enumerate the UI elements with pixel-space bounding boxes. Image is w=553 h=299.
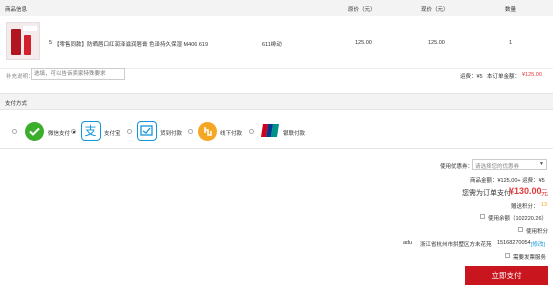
header-product: 商品信息 [5,7,28,13]
alipay-radio[interactable] [71,129,76,134]
remark-label: 补充说明： [6,74,34,80]
coupon-label: 使用优惠券： [440,164,474,170]
store-total-label: 本订单金额： [487,74,521,80]
use-balance-checkbox[interactable] [480,214,485,219]
product-name[interactable]: 【零售同款】防晒唇口红润泽滋润唇膏 色泽持久保湿 M406 619 [54,40,208,48]
use-balance-label[interactable]: 使用余额（102220.26） [488,214,547,222]
alipay-icon[interactable]: 支 [81,121,101,141]
cash-on-delivery-radio[interactable] [127,129,132,134]
header-original-price: 原价（元） [348,7,376,13]
product-current-price: 125.00 [428,40,445,46]
offline-payment-icon[interactable] [198,122,217,141]
alipay-label[interactable]: 支付宝 [104,129,121,137]
shipping-fee: 运费：¥5 [460,74,483,80]
chevron-down-icon: ▼ [539,161,544,167]
product-spec: 611绯动 [262,42,282,48]
wechat-pay-label[interactable]: 微信支付 [48,129,70,137]
unionpay-icon[interactable] [261,124,279,137]
payable-value: ¥130.00 [509,186,542,196]
coupon-select[interactable]: 请选择您的优惠券 ▼ [472,159,547,170]
use-points-label[interactable]: 使用积分 [526,227,548,235]
submit-payment-label: 立即支付 [491,271,522,280]
offline-payment-label[interactable]: 线下付款 [220,129,242,137]
submit-payment-button[interactable]: 立即支付 [465,266,548,285]
header-current-price: 现价（元） [421,7,449,13]
invoice-checkbox[interactable] [505,253,510,258]
product-quantity: 1 [509,40,513,46]
use-points-checkbox[interactable] [518,227,523,232]
cash-on-delivery-label[interactable]: 货到付款 [160,129,182,137]
offline-payment-radio[interactable] [188,129,193,134]
invoice-label[interactable]: 需要发票服务 [513,253,546,261]
goods-total: 商品金额：¥125.00+ 运费：¥5 [470,178,545,184]
points-label: 赠送积分： [511,204,539,210]
address-text: 浙江省杭州市拱墅区方未花苑 [420,242,492,248]
wechat-pay-radio[interactable] [12,129,17,134]
payment-section-title: 支付方式 [5,101,28,107]
coupon-select-value: 请选择您的优惠券 [475,164,520,170]
address-name: adu [403,240,413,246]
payable-unit: 元 [541,190,548,197]
wechat-pay-icon[interactable] [25,122,44,141]
table-header [0,0,553,16]
points-value: 13 [541,202,548,208]
cash-on-delivery-icon[interactable] [137,121,157,141]
address-phone: 15168270054 [497,240,531,246]
payable-label: 您需为订单支付: [462,190,513,197]
svg-text:支: 支 [84,124,96,138]
unionpay-radio[interactable] [249,129,254,134]
unionpay-label[interactable]: 银联付款 [283,129,305,137]
product-prefix: 5 [49,40,53,46]
remark-input[interactable] [31,68,125,80]
store-total-value: ¥125.00 [522,72,542,78]
address-modify-link[interactable]: [修改] [531,240,545,248]
product-thumbnail[interactable] [6,22,40,60]
product-original-price: 125.00 [355,40,372,46]
header-quantity: 数量 [505,7,517,13]
payment-section-header [0,93,553,110]
